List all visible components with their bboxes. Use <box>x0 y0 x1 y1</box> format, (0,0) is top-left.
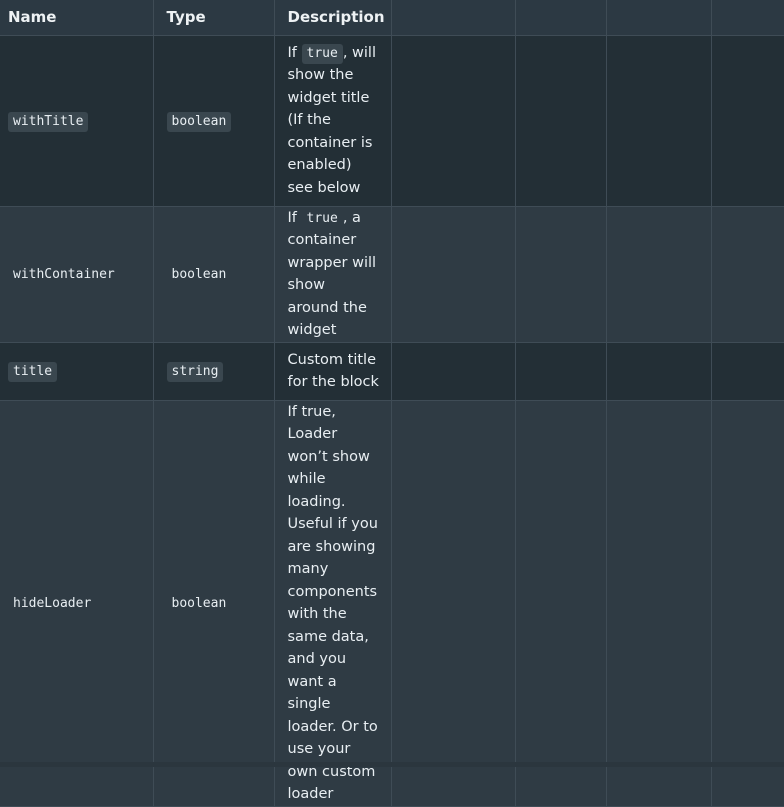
prop-type-cell: string <box>152 342 274 401</box>
prop-name-code: withTitle <box>8 111 89 132</box>
empty-cell <box>710 206 784 343</box>
empty-cell <box>390 400 515 807</box>
empty-cell <box>514 206 606 343</box>
prop-type-code: boolean <box>171 596 227 611</box>
table-row: title string Custom title for the block <box>0 342 784 401</box>
empty-cell <box>710 342 784 401</box>
prop-description-cell: If true, a container wrapper will show a… <box>273 206 391 343</box>
empty-cell <box>605 400 711 807</box>
empty-cell <box>605 206 711 343</box>
prop-name-cell: withTitle <box>0 35 153 207</box>
prop-name-cell: title <box>0 342 153 401</box>
next-row-edge <box>0 762 784 767</box>
prop-type-cell: boolean <box>152 206 274 343</box>
empty-cell <box>710 35 784 207</box>
prop-name-cell: withContainer <box>0 206 153 343</box>
prop-type-code: string <box>166 362 224 382</box>
header-empty-cell <box>605 0 711 36</box>
table-row: hideLoader boolean If true, Loader won’t… <box>0 400 784 807</box>
description-text: , a container wrapper will show around t… <box>287 209 377 339</box>
prop-type-cell: boolean <box>152 35 274 207</box>
prop-description-cell: If true, Loader won’t show while loading… <box>273 400 391 807</box>
empty-cell <box>390 35 515 207</box>
table-row: withTitle boolean If true, will show the… <box>0 35 784 207</box>
header-row: Name Type Description <box>0 0 784 36</box>
description-text: , will show the widget title (If the con… <box>287 44 376 196</box>
header-description: Description <box>273 0 391 36</box>
table-row: withContainer boolean If true, a contain… <box>0 206 784 343</box>
prop-description-cell: Custom title for the block <box>273 342 391 401</box>
props-table: Name Type Description withTitle boolean … <box>0 0 784 807</box>
header-empty-cell <box>710 0 784 36</box>
prop-name-code: title <box>8 362 58 382</box>
header-empty-cell <box>390 0 515 36</box>
header-type: Type <box>152 0 274 36</box>
description-text: If <box>287 44 302 61</box>
header-name: Name <box>0 0 153 36</box>
prop-type-cell: boolean <box>152 400 274 807</box>
prop-name-code: hideLoader <box>13 596 92 611</box>
empty-cell <box>605 35 711 207</box>
prop-name-code: withContainer <box>13 267 115 282</box>
header-empty-cell <box>514 0 606 36</box>
empty-cell <box>390 206 515 343</box>
description-text: If true, Loader won’t show while loading… <box>287 403 378 803</box>
inline-code: true <box>301 43 343 64</box>
table-header: Name Type Description <box>0 0 784 36</box>
empty-cell <box>514 35 606 207</box>
empty-cell <box>390 342 515 401</box>
empty-cell <box>514 342 606 401</box>
description-text: If <box>287 209 302 226</box>
prop-description-cell: If true, will show the widget title (If … <box>273 35 391 207</box>
empty-cell <box>514 400 606 807</box>
description-text: Custom title for the block <box>287 351 379 391</box>
empty-cell <box>710 400 784 807</box>
prop-type-code: boolean <box>166 111 232 132</box>
empty-cell <box>605 342 711 401</box>
prop-type-code: boolean <box>171 267 227 282</box>
inline-code: true <box>306 210 338 226</box>
prop-name-cell: hideLoader <box>0 400 153 807</box>
